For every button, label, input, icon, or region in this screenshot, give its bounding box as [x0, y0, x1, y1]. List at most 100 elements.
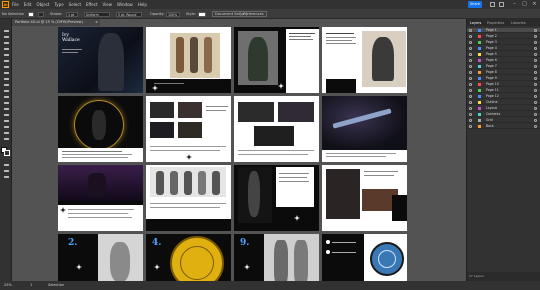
- maximize-icon[interactable]: □: [520, 0, 529, 9]
- search-icon[interactable]: [490, 2, 495, 7]
- artboard-11[interactable]: [234, 165, 319, 231]
- pencil-tool-icon[interactable]: [2, 89, 10, 93]
- layer-row[interactable]: Page 7: [467, 64, 540, 69]
- visibility-eye-icon[interactable]: [469, 119, 472, 122]
- target-icon[interactable]: [534, 65, 537, 68]
- fill-swatch[interactable]: [28, 11, 34, 17]
- layer-row[interactable]: Page 5: [467, 52, 540, 57]
- canvas[interactable]: Ivy Wallace 2. 4. 9.: [12, 26, 466, 281]
- layer-row[interactable]: Page 10: [467, 82, 540, 87]
- visibility-eye-icon[interactable]: [469, 83, 472, 86]
- artboard-1[interactable]: Ivy Wallace: [58, 27, 143, 93]
- width-tool-icon[interactable]: [2, 113, 10, 117]
- visibility-eye-icon[interactable]: [469, 65, 472, 68]
- artboard-7[interactable]: [234, 96, 319, 162]
- minimize-icon[interactable]: –: [510, 0, 519, 9]
- artboard-12[interactable]: [322, 165, 407, 231]
- target-icon[interactable]: [534, 71, 537, 74]
- target-icon[interactable]: [534, 125, 537, 128]
- menu-object[interactable]: Object: [36, 2, 49, 7]
- style-swatch[interactable]: [198, 11, 206, 17]
- draw-mode-icon[interactable]: [2, 163, 10, 167]
- visibility-eye-icon[interactable]: [469, 89, 472, 92]
- artboard-6[interactable]: [146, 96, 231, 162]
- visibility-eye-icon[interactable]: [469, 71, 472, 74]
- share-button[interactable]: Share: [468, 1, 482, 8]
- visibility-eye-icon[interactable]: [469, 47, 472, 50]
- layer-row[interactable]: Page 2: [467, 34, 540, 39]
- menu-view[interactable]: View: [103, 2, 113, 7]
- document-tab[interactable]: Portfolio 4G.ai @ 25 % (CMYK/Preview) ×: [12, 19, 100, 26]
- layer-row[interactable]: Grid: [467, 118, 540, 123]
- visibility-eye-icon[interactable]: [469, 95, 472, 98]
- visibility-eye-icon[interactable]: [469, 107, 472, 110]
- close-icon[interactable]: ×: [530, 0, 539, 9]
- artboard-4[interactable]: [322, 27, 407, 93]
- direct-selection-tool-icon[interactable]: [2, 35, 10, 39]
- layer-row[interactable]: Layout: [467, 106, 540, 111]
- stroke-swatch[interactable]: [38, 11, 44, 17]
- target-icon[interactable]: [534, 101, 537, 104]
- visibility-eye-icon[interactable]: [469, 41, 472, 44]
- target-icon[interactable]: [534, 107, 537, 110]
- layer-row[interactable]: Page 4: [467, 46, 540, 51]
- rotate-tool-icon[interactable]: [2, 101, 10, 105]
- screen-mode-icon[interactable]: [2, 169, 10, 173]
- artboard-3[interactable]: [234, 27, 319, 93]
- target-icon[interactable]: [534, 29, 537, 32]
- brush-definition-select[interactable]: 5 pt. Round: [116, 11, 142, 17]
- layer-row[interactable]: Outline: [467, 100, 540, 105]
- preferences-button[interactable]: Preferences: [240, 11, 267, 17]
- visibility-eye-icon[interactable]: [469, 59, 472, 62]
- target-icon[interactable]: [534, 95, 537, 98]
- artboard-13[interactable]: 2.: [58, 234, 143, 281]
- tab-layers[interactable]: Layers: [470, 20, 481, 26]
- visibility-eye-icon[interactable]: [469, 125, 472, 128]
- target-icon[interactable]: [534, 53, 537, 56]
- menu-effect[interactable]: Effect: [86, 2, 98, 7]
- menu-window[interactable]: Window: [117, 2, 133, 7]
- artboard-14[interactable]: 4.: [146, 234, 231, 281]
- target-icon[interactable]: [534, 41, 537, 44]
- artboard-10[interactable]: [146, 165, 231, 231]
- menu-edit[interactable]: Edit: [24, 2, 32, 7]
- shape-builder-tool-icon[interactable]: [2, 125, 10, 129]
- visibility-eye-icon[interactable]: [469, 53, 472, 56]
- target-icon[interactable]: [534, 77, 537, 80]
- line-tool-icon[interactable]: [2, 71, 10, 75]
- variable-width-select[interactable]: Uniform: [84, 11, 110, 17]
- layer-row[interactable]: Page 8: [467, 70, 540, 75]
- layer-row[interactable]: Page 1: [467, 28, 540, 33]
- eyedropper-tool-icon[interactable]: [2, 131, 10, 135]
- menu-file[interactable]: File: [12, 2, 19, 7]
- menu-type[interactable]: Type: [54, 2, 63, 7]
- visibility-eye-icon[interactable]: [469, 101, 472, 104]
- zoom-level[interactable]: 25%: [4, 281, 12, 290]
- stroke-weight-input[interactable]: 1 pt: [66, 11, 78, 17]
- menu-help[interactable]: Help: [138, 2, 147, 7]
- type-tool-icon[interactable]: [2, 65, 10, 69]
- artboard-15[interactable]: 9.: [234, 234, 319, 281]
- magic-wand-tool-icon[interactable]: [2, 41, 10, 45]
- target-icon[interactable]: [534, 35, 537, 38]
- artboard-9[interactable]: [58, 165, 143, 231]
- target-icon[interactable]: [534, 83, 537, 86]
- target-icon[interactable]: [534, 47, 537, 50]
- opacity-input[interactable]: 100%: [166, 11, 180, 17]
- layer-row[interactable]: Page 11: [467, 88, 540, 93]
- layer-row[interactable]: Contents: [467, 112, 540, 117]
- artboard-8[interactable]: [322, 96, 407, 162]
- artboard-16[interactable]: [322, 234, 407, 281]
- selection-tool-icon[interactable]: [2, 29, 10, 33]
- free-transform-tool-icon[interactable]: [2, 119, 10, 123]
- artboard-2[interactable]: [146, 27, 231, 93]
- layer-row[interactable]: Page 3: [467, 40, 540, 45]
- stroke-color-swatch[interactable]: [4, 150, 10, 156]
- scale-tool-icon[interactable]: [2, 107, 10, 111]
- visibility-eye-icon[interactable]: [469, 77, 472, 80]
- workspace-icon[interactable]: [499, 2, 504, 7]
- layer-row[interactable]: Page 12: [467, 94, 540, 99]
- layer-row[interactable]: Page 6: [467, 58, 540, 63]
- visibility-eye-icon[interactable]: [469, 29, 472, 32]
- tab-properties[interactable]: Properties: [487, 20, 504, 26]
